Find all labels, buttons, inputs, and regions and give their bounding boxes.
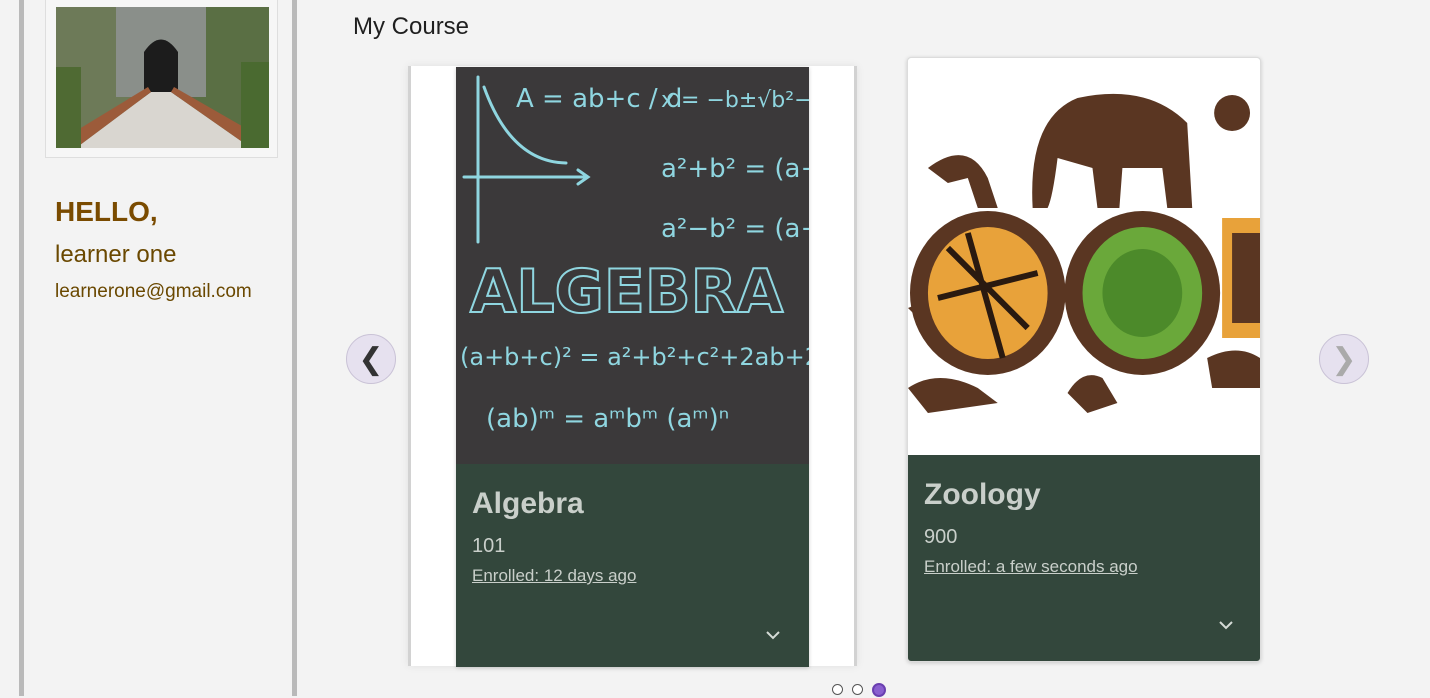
- carousel-dot-2[interactable]: [852, 684, 863, 695]
- course-card-algebra[interactable]: A = ab+c / d x = −b±√b²−4ac / 2a a²+b² =…: [456, 67, 809, 667]
- page-title: My Course: [353, 13, 470, 40]
- course-title: Algebra: [472, 487, 584, 520]
- enrolled-link[interactable]: Enrolled: 12 days ago: [472, 566, 636, 586]
- formula-5: ALGEBRA: [470, 257, 784, 327]
- course-code: 101: [472, 535, 506, 557]
- profile-photo-frame: [45, 0, 278, 158]
- sidebar-divider: [292, 0, 297, 696]
- course-info-zoology: Zoology 900 Enrolled: a few seconds ago: [924, 478, 1244, 577]
- user-name: learner one: [55, 241, 177, 268]
- chevron-down-icon[interactable]: [761, 623, 785, 647]
- course-title: Zoology: [924, 478, 1041, 511]
- greeting-heading: HELLO,: [55, 196, 158, 227]
- course-code: 900: [924, 526, 958, 548]
- user-email: learnerone@gmail.com: [55, 281, 252, 302]
- carousel-next-button[interactable]: ❯: [1319, 334, 1369, 384]
- left-divider: [19, 0, 24, 696]
- formula-1: A = ab+c / d: [516, 84, 682, 114]
- course-card-zoology[interactable]: Zoology 900 Enrolled: a few seconds ago: [907, 57, 1261, 662]
- formula-3: a²+b² = (a+b): [661, 154, 809, 184]
- profile-photo: [56, 7, 269, 148]
- enrolled-link[interactable]: Enrolled: a few seconds ago: [924, 557, 1138, 577]
- course-info-algebra: Algebra 101 Enrolled: 12 days ago: [472, 487, 793, 586]
- formula-2: x = −b±√b²−4ac / 2a: [661, 88, 809, 113]
- formula-4: a²−b² = (a−b): [661, 214, 809, 244]
- formula-6: (a+b+c)² = a²+b²+c²+2ab+2bc: [460, 343, 809, 371]
- course-image-zoology: [908, 58, 1260, 455]
- formula-7: (ab)ᵐ = aᵐbᵐ (aᵐ)ⁿ: [486, 404, 729, 434]
- chevron-down-icon[interactable]: [1214, 613, 1238, 637]
- course-image-algebra: A = ab+c / d x = −b±√b²−4ac / 2a a²+b² =…: [456, 67, 809, 464]
- carousel-dot-3[interactable]: [872, 683, 886, 697]
- carousel-dot-1[interactable]: [832, 684, 843, 695]
- carousel-prev-button[interactable]: ❮: [346, 334, 396, 384]
